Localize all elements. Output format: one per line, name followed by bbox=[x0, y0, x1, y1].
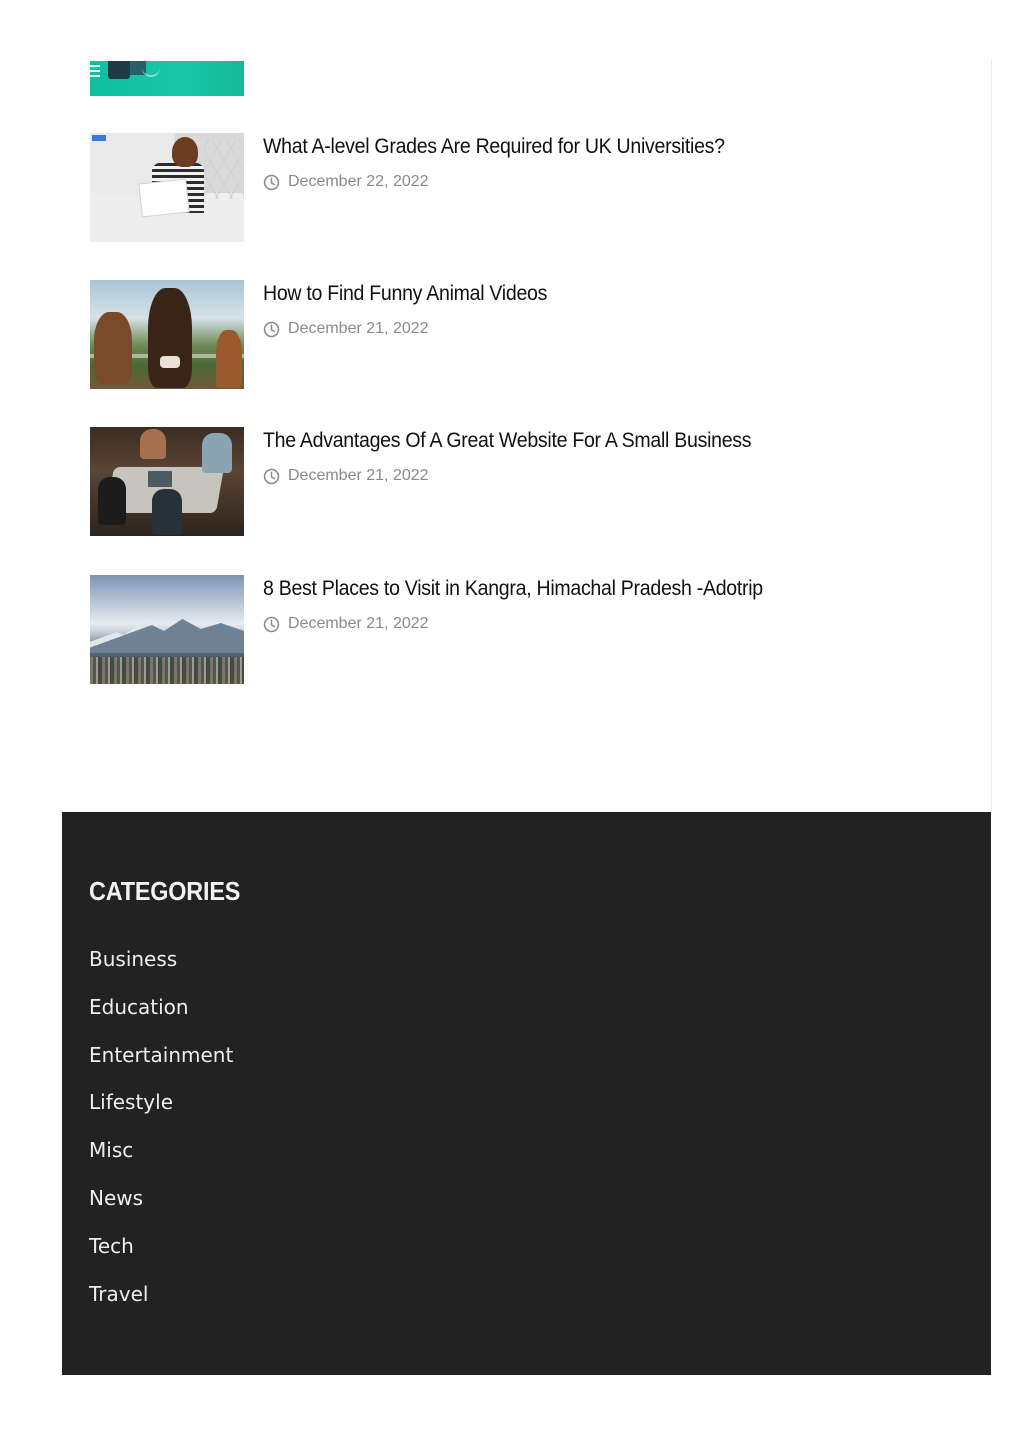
category-item: Misc bbox=[89, 1133, 233, 1181]
category-link-education[interactable]: Education bbox=[89, 995, 189, 1019]
category-item: News bbox=[89, 1181, 233, 1229]
post-meta: December 21, 2022 bbox=[263, 320, 429, 338]
category-link-misc[interactable]: Misc bbox=[89, 1138, 133, 1162]
category-link-news[interactable]: News bbox=[89, 1186, 143, 1210]
post-date: December 21, 2022 bbox=[288, 320, 429, 337]
post-date: December 22, 2022 bbox=[288, 173, 429, 190]
category-link-business[interactable]: Business bbox=[89, 947, 177, 971]
categories-heading: CATEGORIES bbox=[89, 876, 241, 906]
post-meta: December 21, 2022 bbox=[263, 615, 429, 633]
category-link-lifestyle[interactable]: Lifestyle bbox=[89, 1090, 173, 1114]
page: What A-level Grades Are Required for UK … bbox=[0, 0, 1024, 1449]
post-title-link[interactable]: What A-level Grades Are Required for UK … bbox=[263, 133, 725, 161]
post-item: What A-level Grades Are Required for UK … bbox=[90, 133, 970, 243]
post-thumbnail[interactable] bbox=[90, 280, 244, 389]
clock-icon bbox=[263, 174, 280, 190]
category-link-tech[interactable]: Tech bbox=[89, 1234, 134, 1258]
category-item: Travel bbox=[89, 1277, 233, 1325]
clock-icon bbox=[263, 468, 280, 484]
clock-icon bbox=[263, 616, 280, 632]
post-thumbnail-partial[interactable] bbox=[90, 61, 244, 96]
categories-list: Business Education Entertainment Lifesty… bbox=[89, 942, 233, 1324]
post-thumbnail[interactable] bbox=[90, 133, 244, 242]
category-link-entertainment[interactable]: Entertainment bbox=[89, 1043, 233, 1067]
category-item: Entertainment bbox=[89, 1038, 233, 1086]
post-thumbnail[interactable] bbox=[90, 575, 244, 684]
category-item: Education bbox=[89, 990, 233, 1038]
category-item: Business bbox=[89, 942, 233, 990]
post-item: How to Find Funny Animal Videos December… bbox=[90, 280, 970, 390]
post-date: December 21, 2022 bbox=[288, 467, 429, 484]
footer-widget: CATEGORIES Business Education Entertainm… bbox=[62, 812, 991, 1375]
post-meta: December 22, 2022 bbox=[263, 173, 429, 191]
post-meta: December 21, 2022 bbox=[263, 467, 429, 485]
post-title-link[interactable]: 8 Best Places to Visit in Kangra, Himach… bbox=[263, 575, 763, 603]
post-item: The Advantages Of A Great Website For A … bbox=[90, 427, 970, 537]
category-item: Tech bbox=[89, 1229, 233, 1277]
post-title-link[interactable]: How to Find Funny Animal Videos bbox=[263, 280, 547, 308]
clock-icon bbox=[263, 321, 280, 337]
post-thumbnail[interactable] bbox=[90, 427, 244, 536]
category-item: Lifestyle bbox=[89, 1085, 233, 1133]
category-link-travel[interactable]: Travel bbox=[89, 1282, 148, 1306]
post-date: December 21, 2022 bbox=[288, 615, 429, 632]
post-item: 8 Best Places to Visit in Kangra, Himach… bbox=[90, 575, 970, 685]
post-title-link[interactable]: The Advantages Of A Great Website For A … bbox=[263, 427, 752, 455]
